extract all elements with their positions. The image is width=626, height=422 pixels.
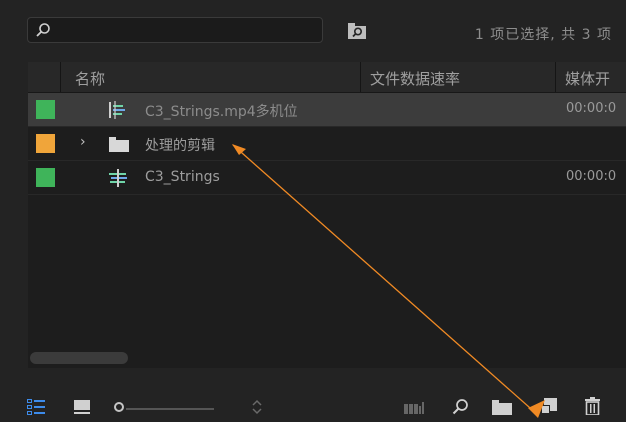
label-color-swatch[interactable] (36, 168, 55, 187)
column-header-media-start[interactable]: 媒体开 (565, 68, 610, 89)
label-color-swatch[interactable] (36, 100, 55, 119)
search-input[interactable] (56, 20, 320, 42)
column-header-row: 名称 文件数据速率 媒体开 (28, 62, 626, 93)
project-item-list: 名称 文件数据速率 媒体开 C3_Strings.mp4多机位 00:00:0 … (28, 62, 626, 368)
sort-icon[interactable] (251, 398, 263, 416)
bottom-toolbar (0, 378, 626, 422)
folder-icon (109, 137, 129, 152)
new-item-icon[interactable] (541, 398, 557, 414)
sequence-icon (109, 169, 127, 187)
column-separator[interactable] (360, 62, 361, 92)
item-name: C3_Strings.mp4多机位 (145, 104, 298, 120)
search-box[interactable] (27, 17, 323, 43)
multicam-sequence-icon (109, 101, 125, 119)
trash-icon[interactable] (585, 397, 600, 415)
automate-to-sequence-icon[interactable] (404, 402, 426, 414)
column-separator (60, 62, 61, 92)
panel-top-bar: 1 项已选择, 共 3 项 (0, 0, 626, 58)
list-item[interactable]: C3_Strings 00:00:0 (28, 161, 626, 195)
list-item[interactable]: C3_Strings.mp4多机位 00:00:0 (28, 93, 626, 127)
new-search-bin-icon[interactable] (346, 20, 368, 42)
new-bin-icon[interactable] (492, 400, 512, 415)
label-color-swatch[interactable] (36, 134, 55, 153)
expand-chevron-icon[interactable]: › (80, 134, 86, 150)
zoom-slider-knob[interactable] (114, 402, 124, 412)
list-view-icon[interactable] (27, 399, 45, 415)
search-icon (36, 23, 50, 37)
icon-view-icon[interactable] (74, 400, 90, 414)
column-header-data-rate[interactable]: 文件数据速率 (370, 68, 460, 89)
item-media-start: 00:00:0 (566, 101, 617, 116)
horizontal-scrollbar[interactable] (30, 352, 128, 364)
item-media-start: 00:00:0 (566, 169, 617, 184)
selection-status: 1 项已选择, 共 3 项 (474, 27, 612, 43)
item-name: C3_Strings (145, 169, 220, 185)
list-item[interactable]: › 处理的剪辑 (28, 127, 626, 161)
find-icon[interactable] (452, 398, 469, 415)
item-name: 处理的剪辑 (145, 138, 215, 154)
column-separator[interactable] (555, 62, 556, 92)
zoom-slider-track[interactable] (126, 408, 214, 410)
column-header-name[interactable]: 名称 (75, 68, 105, 89)
